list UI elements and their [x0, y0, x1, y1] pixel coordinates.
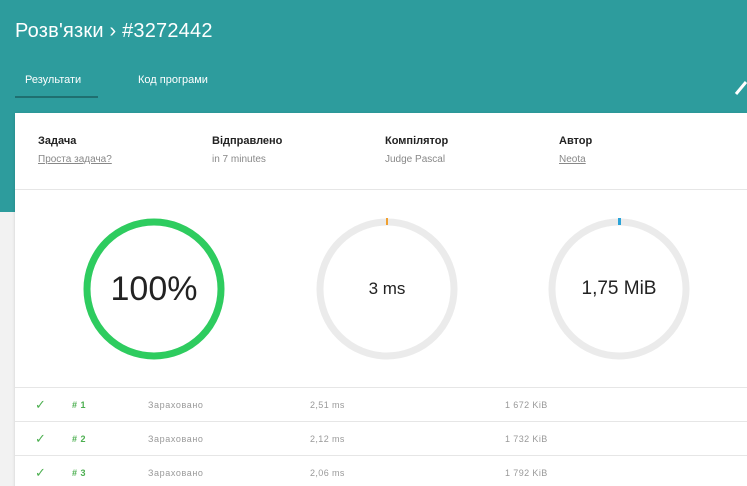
test-status: Зараховано: [148, 468, 204, 478]
author-link[interactable]: Neota: [559, 154, 592, 165]
time-value: 3 ms: [368, 279, 406, 298]
test-number: # 2: [72, 434, 87, 444]
sent-value: in 7 minutes: [212, 154, 266, 165]
author-info: Автор Neota: [559, 135, 592, 165]
submission-card: Задача Проста задача? Відправлено in 7 m…: [15, 113, 747, 486]
compiler-label: Компілятор: [385, 135, 449, 147]
test-time: 2,06 ms: [310, 468, 345, 478]
time-gauge: 3 ms: [315, 217, 459, 361]
memory-gauge: 1,75 MiB: [547, 217, 691, 361]
active-tab-indicator: [15, 96, 98, 98]
test-memory: 1 792 KiB: [505, 468, 548, 478]
test-memory: 1 732 KiB: [505, 434, 548, 444]
test-number: # 3: [72, 468, 87, 478]
tab-results-label: Результати: [25, 74, 82, 86]
test-status: Зараховано: [148, 400, 204, 410]
submission-info: Задача Проста задача? Відправлено in 7 m…: [15, 113, 747, 190]
sent-info: Відправлено in 7 minutes: [212, 135, 282, 165]
test-status: Зараховано: [148, 434, 204, 444]
score-value: 100%: [110, 269, 198, 308]
test-number: # 1: [72, 400, 87, 410]
check-icon: ✓: [35, 431, 46, 446]
tab-source-code-label: Код програми: [138, 74, 208, 86]
check-icon: ✓: [35, 465, 46, 480]
table-row[interactable]: ✓ # 2 Зараховано 2,12 ms 1 732 KiB: [15, 421, 747, 455]
test-memory: 1 672 KiB: [505, 400, 548, 410]
test-time: 2,12 ms: [310, 434, 345, 444]
author-label: Автор: [559, 135, 593, 147]
compiler-value: Judge Pascal: [385, 154, 446, 165]
task-label: Задача: [38, 135, 77, 147]
tab-source-code[interactable]: Код програми: [138, 74, 208, 86]
test-results: ✓ # 1 Зараховано 2,51 ms 1 672 KiB ✓ # 2…: [15, 387, 747, 486]
test-time: 2,51 ms: [310, 400, 345, 410]
task-info: Задача Проста задача?: [38, 135, 112, 165]
sent-label: Відправлено: [212, 135, 283, 147]
score-gauge: 100%: [82, 217, 226, 361]
table-row[interactable]: ✓ # 3 Зараховано 2,06 ms 1 792 KiB: [15, 455, 747, 486]
page-title: Розв'язки › #3272442: [15, 20, 213, 42]
check-icon: ✓: [35, 397, 46, 412]
edit-icon[interactable]: [734, 76, 747, 96]
gauges: 100% 3 ms 1,75 MiB: [15, 191, 747, 387]
task-link[interactable]: Проста задача?: [38, 154, 112, 165]
tab-results[interactable]: Результати: [25, 74, 81, 86]
memory-value: 1,75 MiB: [581, 278, 657, 299]
table-row[interactable]: ✓ # 1 Зараховано 2,51 ms 1 672 KiB: [15, 387, 747, 421]
compiler-info: Компілятор Judge Pascal: [385, 135, 448, 165]
